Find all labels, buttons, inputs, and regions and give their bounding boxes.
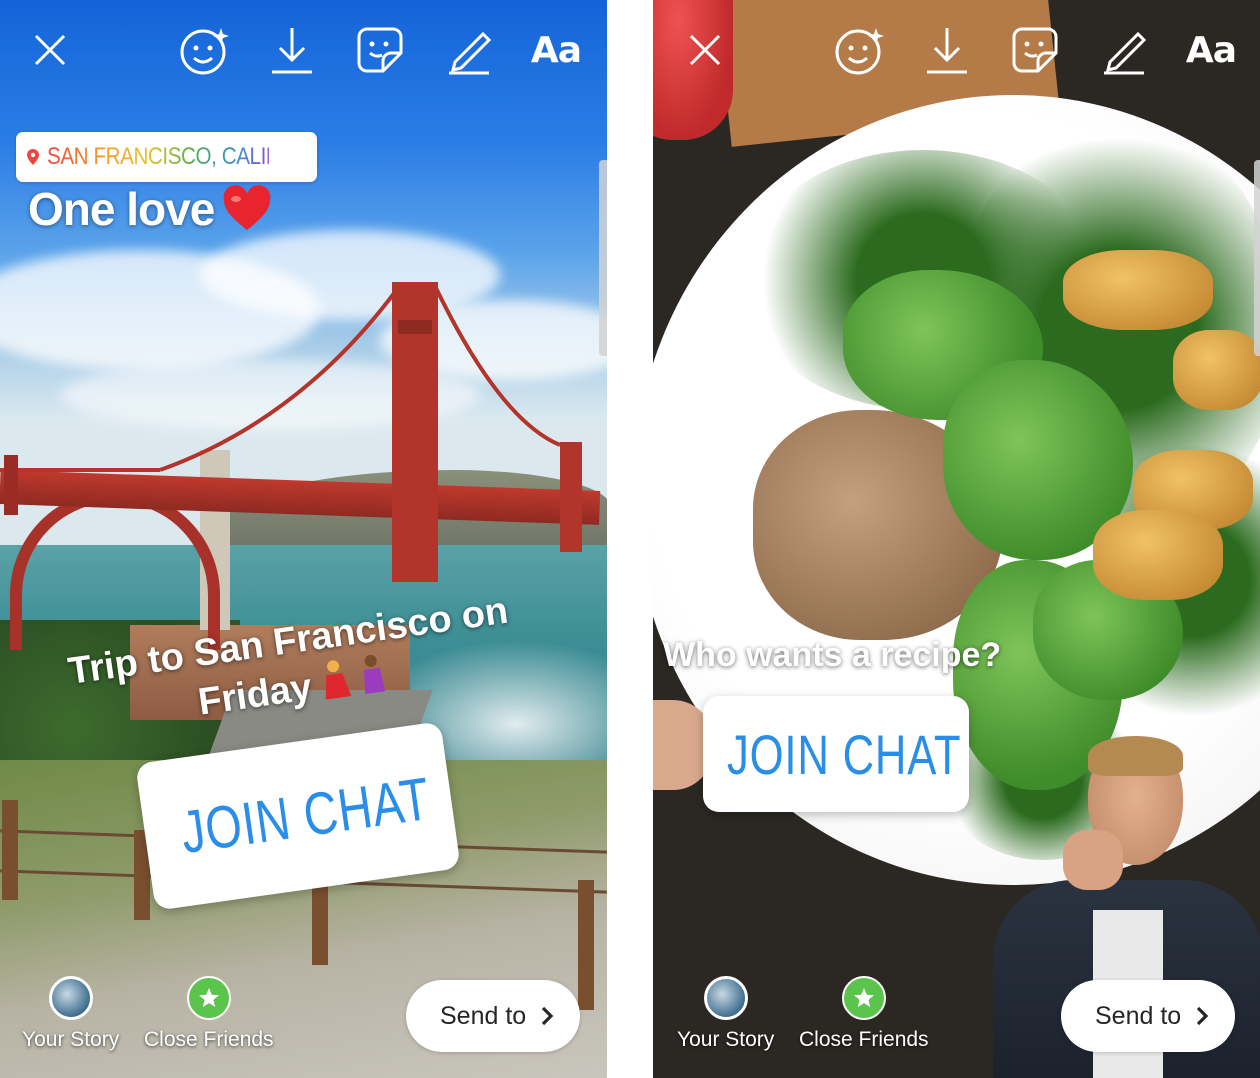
chevron-right-icon <box>1197 1006 1209 1026</box>
close-icon <box>34 34 66 66</box>
sticker-button[interactable] <box>352 22 408 78</box>
send-to-label: Send to <box>440 1001 527 1030</box>
send-to-button[interactable]: Send to <box>1061 980 1235 1052</box>
join-chat-sticker[interactable]: JOIN CHAT <box>703 696 969 812</box>
face-filter-icon <box>835 28 884 75</box>
text-icon: Aa <box>530 29 582 71</box>
location-pin-icon <box>27 149 39 165</box>
star-icon <box>841 976 886 1020</box>
your-story-button[interactable]: Your Story <box>677 976 774 1052</box>
your-story-label: Your Story <box>677 1028 775 1051</box>
close-friends-button[interactable]: Close Friends <box>144 976 274 1052</box>
download-icon <box>927 28 967 74</box>
story-toolbar: Aa <box>0 22 607 82</box>
close-icon <box>689 34 721 66</box>
face-filter-icon <box>180 28 229 75</box>
download-button[interactable] <box>264 22 320 78</box>
sticker-icon <box>1012 27 1058 73</box>
avatar <box>48 976 93 1020</box>
join-chat-label: JOIN CHAT <box>177 764 435 866</box>
story-caption[interactable]: One love <box>28 182 272 238</box>
dancing-emoji-icon <box>318 651 395 715</box>
star-icon <box>186 976 231 1020</box>
close-button[interactable] <box>22 22 78 78</box>
recipe-caption[interactable]: Who wants a recipe? <box>663 636 1001 675</box>
story-toolbar: Aa <box>653 22 1260 82</box>
trip-caption-line2: Friday <box>195 666 315 724</box>
face-filter-button[interactable] <box>832 22 888 78</box>
close-button[interactable] <box>677 22 733 78</box>
avatar <box>703 976 748 1020</box>
edge-scroll-handle <box>599 160 607 356</box>
close-friends-label: Close Friends <box>144 1028 274 1051</box>
sticker-button[interactable] <box>1007 22 1063 78</box>
draw-icon <box>1104 31 1147 75</box>
edge-scroll-handle <box>1254 160 1260 356</box>
caption-text: One love <box>28 183 215 235</box>
heart-emoji-icon <box>222 184 272 234</box>
download-button[interactable] <box>919 22 975 78</box>
food-plate-photo <box>653 0 1260 1078</box>
send-to-label: Send to <box>1095 1001 1182 1030</box>
close-friends-button[interactable]: Close Friends <box>799 976 929 1052</box>
send-to-button[interactable]: Send to <box>406 980 580 1052</box>
story-editor-left: Aa SAN FRANCISCO, CALIFORNIA One love Tr… <box>0 0 607 1078</box>
text-tool-button[interactable]: Aa <box>528 22 584 78</box>
text-tool-button[interactable]: Aa <box>1183 22 1239 78</box>
text-icon: Aa <box>1185 29 1237 71</box>
draw-icon <box>449 31 492 75</box>
join-chat-label: JOIN CHAT <box>726 722 962 786</box>
sticker-icon <box>357 27 403 73</box>
draw-button[interactable] <box>441 22 497 78</box>
story-editor-right: Aa Who wants a recipe? JOIN CHAT Your St… <box>653 0 1260 1078</box>
face-filter-button[interactable] <box>177 22 233 78</box>
location-name: SAN FRANCISCO, CALIFORNIA <box>47 143 342 170</box>
location-sticker[interactable]: SAN FRANCISCO, CALIFORNIA <box>16 132 342 182</box>
bridge-cables <box>0 286 561 472</box>
chevron-right-icon <box>542 1006 554 1026</box>
your-story-button[interactable]: Your Story <box>22 976 119 1052</box>
close-friends-label: Close Friends <box>799 1028 929 1051</box>
your-story-label: Your Story <box>22 1028 120 1051</box>
draw-button[interactable] <box>1096 22 1152 78</box>
download-icon <box>272 28 312 74</box>
